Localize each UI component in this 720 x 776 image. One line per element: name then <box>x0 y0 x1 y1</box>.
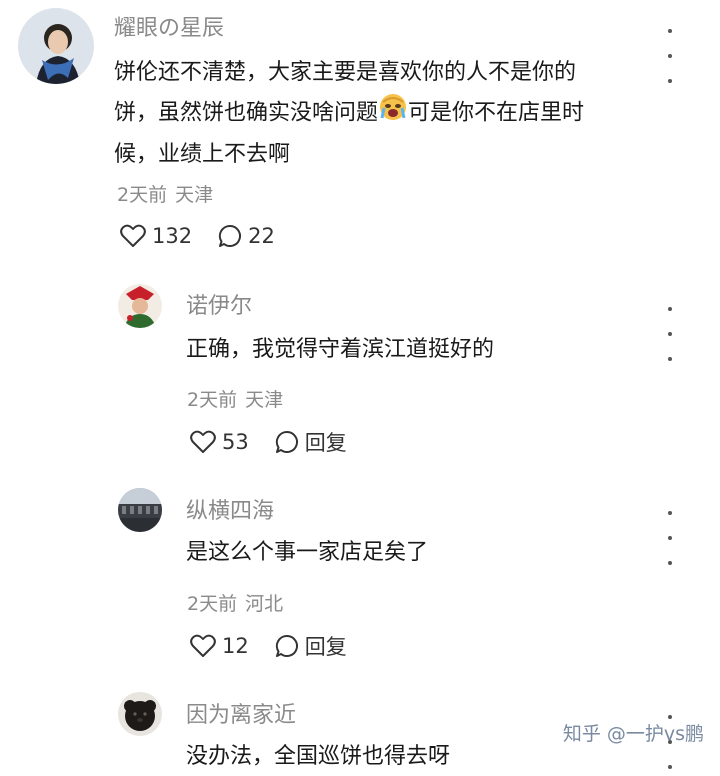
comment-meta: 2天前 天津 <box>117 180 213 207</box>
crying-face-emoji <box>378 92 408 135</box>
username[interactable]: 纵横四海 <box>186 493 274 525</box>
comment-text-segment: 饼，虽然饼也确实没啥问题 <box>114 100 379 126</box>
like-button[interactable]: 12 <box>190 634 249 658</box>
comment-line: 饼伦还不清楚，大家主要是喜欢你的人不是你的 <box>114 60 577 85</box>
heart-icon <box>190 430 216 453</box>
like-count: 12 <box>222 634 249 658</box>
reply-count: 22 <box>248 224 275 248</box>
timestamp: 2天前 <box>117 184 168 206</box>
reply-label: 回复 <box>304 431 347 455</box>
like-count: 132 <box>152 224 193 248</box>
more-dots-icon[interactable] <box>668 496 676 571</box>
reply-label: 回复 <box>304 635 347 659</box>
comment-line: 候，业绩上不去啊 <box>114 142 291 167</box>
username[interactable]: 耀眼の星辰 <box>114 10 224 42</box>
comment-meta: 2天前 河北 <box>187 589 283 616</box>
avatar[interactable] <box>118 488 162 532</box>
comment-actions: 53 回复 <box>190 427 347 457</box>
like-count: 53 <box>222 430 249 454</box>
reply-button[interactable]: 22 <box>218 224 275 248</box>
comment-text: 是这么个事一家店足矣了 <box>186 540 429 565</box>
location: 天津 <box>175 184 214 206</box>
username[interactable]: 因为离家近 <box>186 697 296 729</box>
avatar[interactable] <box>118 284 162 328</box>
heart-icon <box>190 634 216 657</box>
comment-actions: 132 22 <box>120 224 275 248</box>
watermark: 知乎 @一护vs鹏 <box>562 723 704 745</box>
location: 河北 <box>245 593 284 615</box>
timestamp: 2天前 <box>187 389 238 411</box>
like-button[interactable]: 53 <box>190 430 249 454</box>
comment-bubble-icon <box>275 430 298 453</box>
timestamp: 2天前 <box>187 593 238 615</box>
avatar[interactable] <box>18 8 94 84</box>
comment-meta: 2天前 天津 <box>187 385 283 412</box>
like-button[interactable]: 132 <box>120 224 192 248</box>
comment-actions: 12 回复 <box>190 631 347 661</box>
comment-text-segment: 可是你不在店里时 <box>408 100 585 126</box>
heart-icon <box>120 224 146 247</box>
comment-bubble-icon <box>275 634 298 657</box>
username[interactable]: 诺伊尔 <box>186 288 252 320</box>
reply-button[interactable]: 回复 <box>275 427 347 457</box>
more-dots-icon[interactable] <box>668 292 676 367</box>
avatar[interactable] <box>118 692 162 736</box>
comment-bubble-icon <box>218 224 242 247</box>
comment-text: 正确，我觉得守着滨江道挺好的 <box>186 337 495 362</box>
reply-button[interactable]: 回复 <box>275 631 347 661</box>
comment-text: 饼伦还不清楚，大家主要是喜欢你的人不是你的 饼，虽然饼也确实没啥问题 可是你不在店… <box>114 53 684 174</box>
comment-line: 饼，虽然饼也确实没啥问题 可是你不在店里时 <box>114 92 684 135</box>
location: 天津 <box>245 389 284 411</box>
